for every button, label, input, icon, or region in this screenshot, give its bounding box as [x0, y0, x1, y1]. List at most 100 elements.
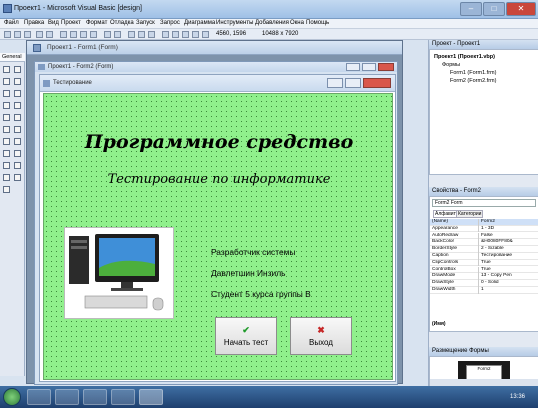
menu-run[interactable]: Запуск [136, 20, 155, 26]
property-value[interactable]: False [478, 232, 536, 240]
property-value[interactable]: &H0080FF80& [478, 239, 536, 246]
form-body[interactable]: Программное средство Тестирование по инф… [43, 93, 393, 380]
combobox-tool-icon[interactable] [3, 114, 10, 121]
menu-view[interactable]: Вид [48, 20, 59, 26]
find-icon[interactable] [90, 31, 97, 38]
data-tool-icon[interactable] [14, 174, 21, 181]
minimize-button[interactable]: – [460, 2, 482, 16]
label-tool-icon[interactable] [3, 78, 10, 85]
checkbox-tool-icon[interactable] [3, 102, 10, 109]
tree-item-form1[interactable]: Form1 (Form1.frm) [450, 70, 496, 76]
tree-item-form2[interactable]: Form2 (Form2.frm) [450, 78, 496, 84]
property-row[interactable]: AutoRedraw False [430, 232, 538, 240]
menu-format[interactable]: Формат [86, 20, 107, 26]
copy-icon[interactable] [70, 31, 77, 38]
property-value[interactable]: 2 - Sizable [478, 246, 536, 253]
break-icon[interactable] [138, 31, 145, 38]
property-row[interactable]: BackColor &H0080FF80& [430, 239, 538, 246]
taskbar-word-icon[interactable] [111, 389, 135, 405]
end-icon[interactable] [148, 31, 155, 38]
drivelistbox-tool-icon[interactable] [14, 138, 21, 145]
menu-file[interactable]: Файл [4, 20, 19, 26]
form2-maximize-button[interactable] [362, 63, 376, 71]
properties-window-icon[interactable] [172, 31, 179, 38]
property-value[interactable]: 1 - 3D [478, 225, 536, 233]
form2-window-titlebar[interactable]: Проект1 - Form2 (Form) [35, 62, 397, 72]
filelistbox-tool-icon[interactable] [14, 150, 21, 157]
property-row[interactable]: BorderStyle 2 - Sizable [430, 246, 538, 253]
picturebox-tool-icon[interactable] [14, 66, 21, 73]
pointer-tool-icon[interactable] [3, 66, 10, 73]
shape-tool-icon[interactable] [3, 162, 10, 169]
timer-tool-icon[interactable] [3, 138, 10, 145]
tab-alphabetic[interactable]: Алфавит [433, 210, 458, 218]
image-tool-icon[interactable] [3, 174, 10, 181]
property-row[interactable]: ControlBox True [430, 266, 538, 274]
frame-tool-icon[interactable] [3, 90, 10, 97]
form2-minimize-button[interactable] [346, 63, 360, 71]
form-layout-icon[interactable] [182, 31, 189, 38]
menu-help[interactable]: Помощь [306, 20, 329, 26]
commandbutton-tool-icon[interactable] [14, 90, 21, 97]
menu-edit[interactable]: Правка [24, 20, 44, 26]
open-icon[interactable] [36, 31, 43, 38]
add-project-icon[interactable] [4, 31, 11, 38]
property-row[interactable]: DrawWidth 1 [430, 287, 538, 294]
menu-addins[interactable]: Добавления [255, 20, 289, 26]
taskbar-media-icon[interactable] [83, 389, 107, 405]
property-value[interactable]: True [478, 266, 536, 274]
start-icon[interactable] [128, 31, 135, 38]
object-dropdown[interactable]: Form2 Form [432, 199, 536, 207]
object-browser-icon[interactable] [192, 31, 199, 38]
maximize-button[interactable]: □ [483, 2, 505, 16]
start-test-button[interactable]: ✔ Начать тест [215, 317, 277, 355]
menu-debug[interactable]: Отладка [110, 20, 134, 26]
property-value[interactable]: 1 [478, 287, 536, 294]
exit-button[interactable]: ✖ Выход [290, 317, 352, 355]
menu-query[interactable]: Запрос [160, 20, 180, 26]
property-value[interactable]: Тестирование [478, 253, 536, 260]
line-tool-icon[interactable] [14, 162, 21, 169]
form2-close-button[interactable] [378, 63, 394, 71]
cut-icon[interactable] [60, 31, 67, 38]
property-value[interactable]: True [478, 259, 536, 267]
vscrollbar-tool-icon[interactable] [14, 126, 21, 133]
optionbutton-tool-icon[interactable] [14, 102, 21, 109]
undo-icon[interactable] [104, 31, 111, 38]
property-value[interactable]: 13 - Copy Pen [478, 273, 536, 280]
menu-windows[interactable]: Окна [290, 20, 304, 26]
menu-tools[interactable]: Инструменты [216, 20, 253, 26]
property-value[interactable]: 0 - Solid [478, 280, 536, 287]
project-root[interactable]: Проект1 (Проект1.vbp) [434, 54, 495, 60]
hscrollbar-tool-icon[interactable] [3, 126, 10, 133]
paste-icon[interactable] [80, 31, 87, 38]
toolbox-icon[interactable] [202, 31, 209, 38]
start-button[interactable] [3, 388, 21, 406]
property-row[interactable]: (Name) Form2 [430, 219, 538, 226]
menu-editor-icon[interactable] [24, 31, 31, 38]
property-value[interactable]: Form2 [478, 219, 536, 226]
property-row[interactable]: Appearance 1 - 3D [430, 225, 538, 233]
taskbar-ie-icon[interactable] [27, 389, 51, 405]
taskbar-explorer-icon[interactable] [55, 389, 79, 405]
add-form-icon[interactable] [14, 31, 21, 38]
save-icon[interactable] [46, 31, 53, 38]
property-row[interactable]: Caption Тестирование [430, 253, 538, 260]
taskbar-vb-icon[interactable] [139, 389, 163, 405]
textbox-tool-icon[interactable] [14, 78, 21, 85]
property-row[interactable]: DrawMode 13 - Copy Pen [430, 273, 538, 280]
menu-diagram[interactable]: Диаграмма [184, 20, 215, 26]
form1-window-titlebar[interactable]: Проект1 - Form1 (Form) [27, 41, 402, 55]
menu-project[interactable]: Проект [61, 20, 81, 26]
close-button[interactable]: ✕ [506, 2, 536, 16]
redo-icon[interactable] [114, 31, 121, 38]
property-key: DrawStyle [432, 280, 454, 286]
tab-categorized[interactable]: Категории [456, 210, 484, 218]
property-row[interactable]: ClipControls True [430, 259, 538, 267]
listbox-tool-icon[interactable] [14, 114, 21, 121]
dirlistbox-tool-icon[interactable] [3, 150, 10, 157]
forms-folder[interactable]: Формы [442, 62, 460, 68]
property-row[interactable]: DrawStyle 0 - Solid [430, 280, 538, 287]
project-explorer-icon[interactable] [162, 31, 169, 38]
ole-tool-icon[interactable] [3, 186, 10, 193]
